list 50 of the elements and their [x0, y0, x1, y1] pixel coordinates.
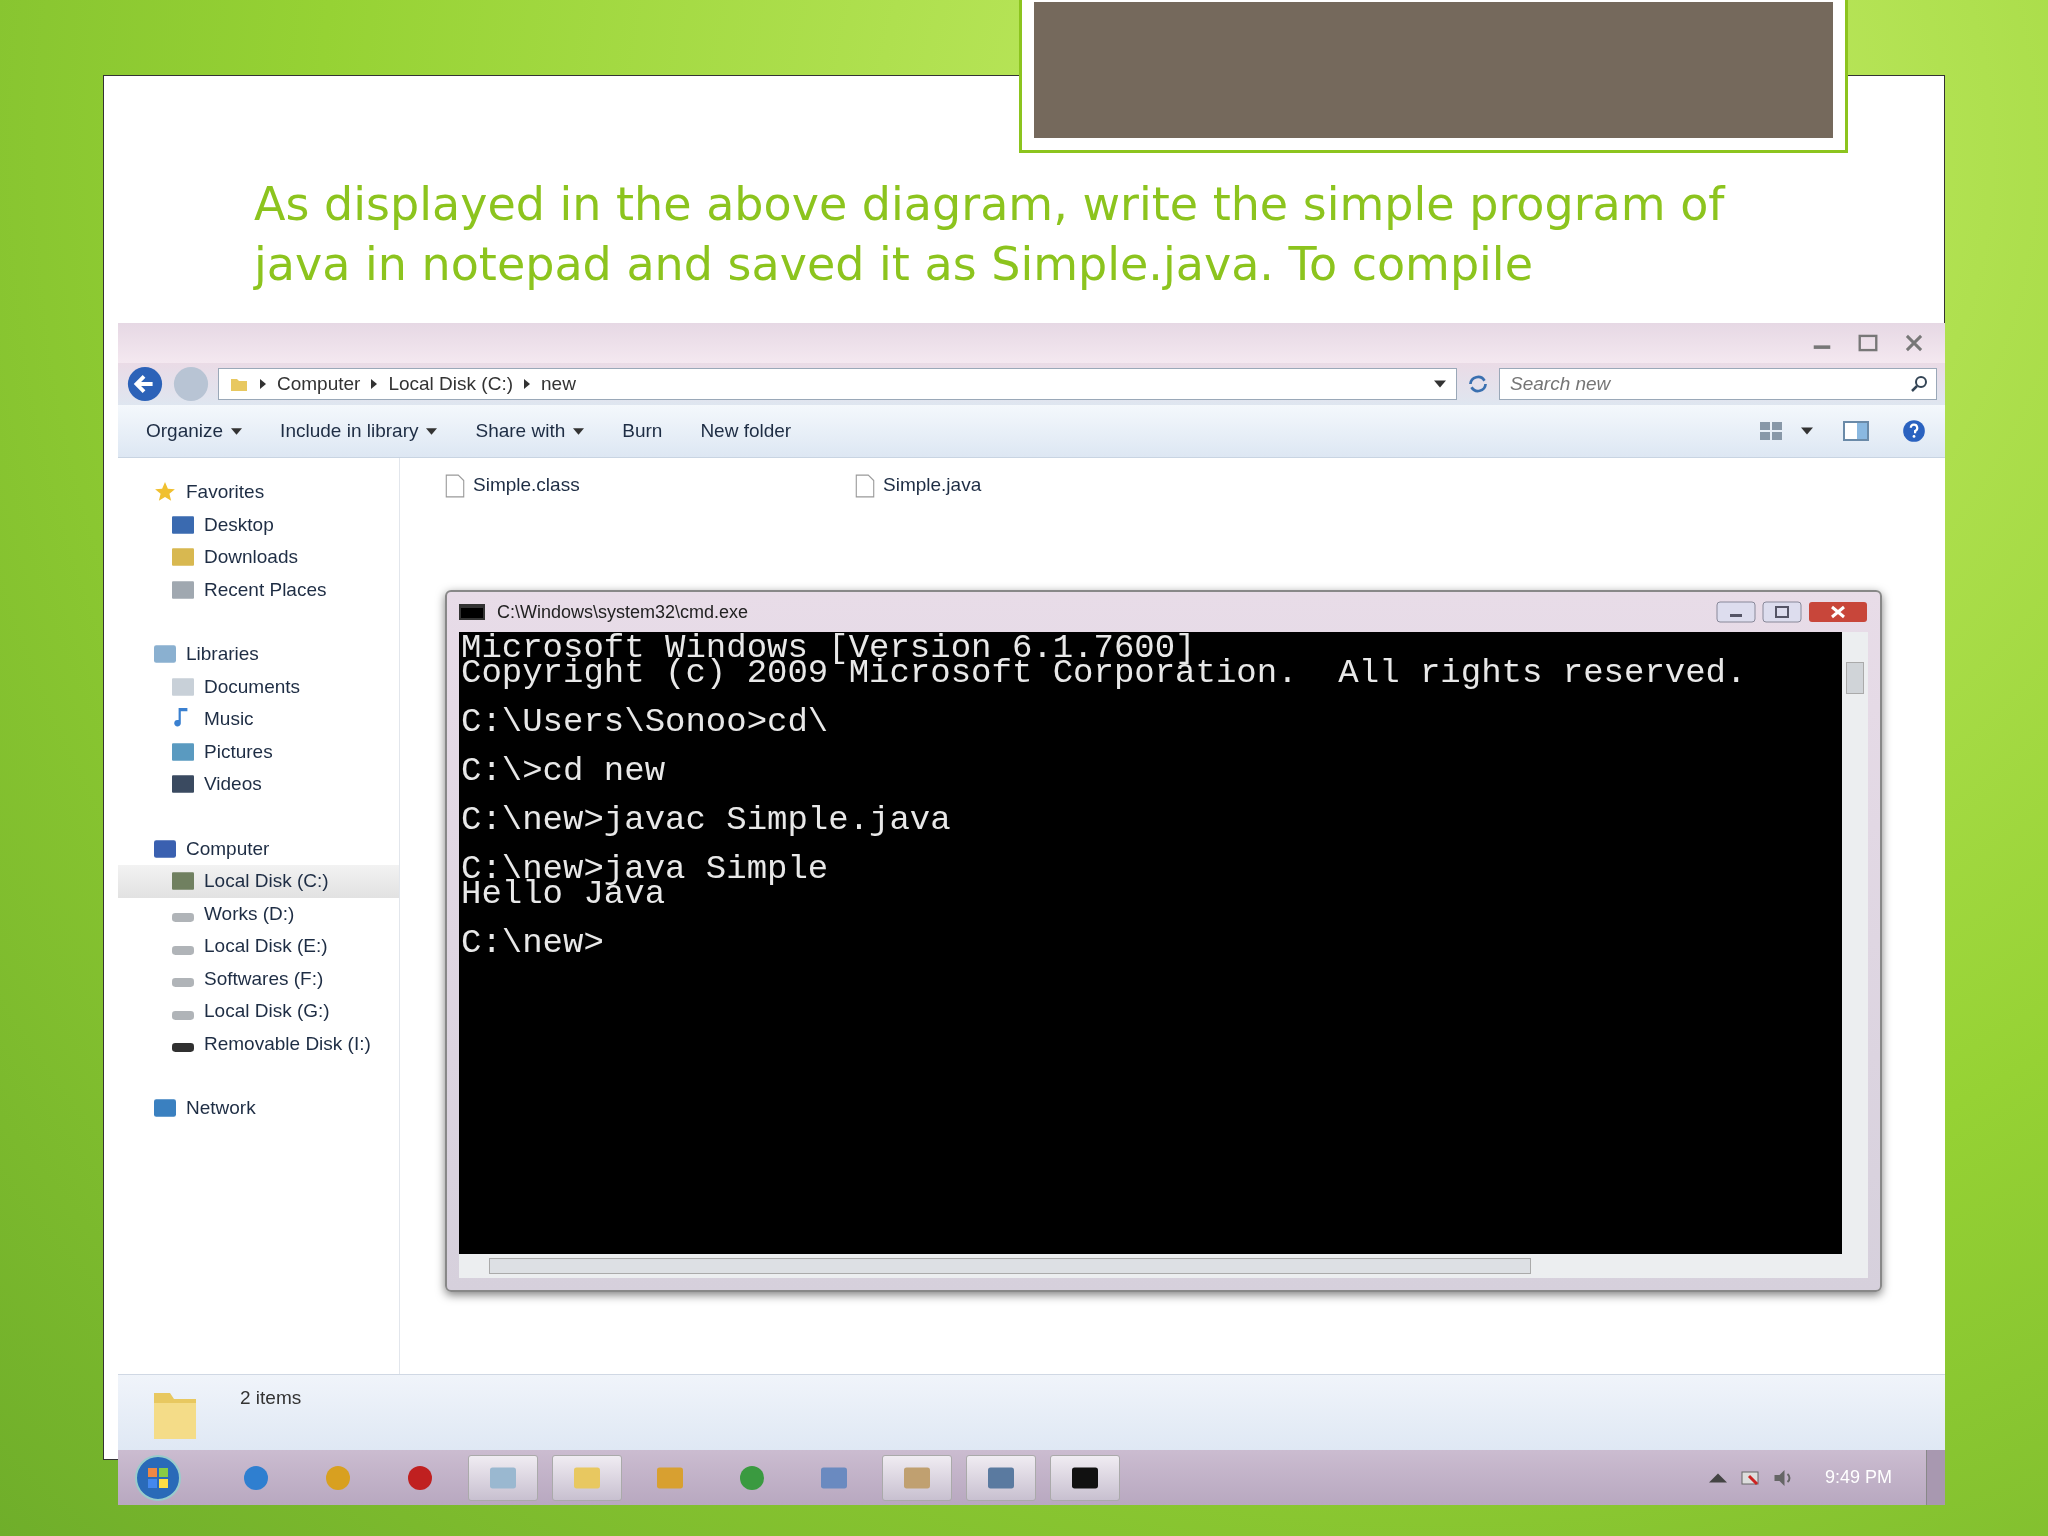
nav-item[interactable]: Desktop: [118, 508, 399, 541]
file-icon: [445, 474, 465, 498]
preview-pane-icon[interactable]: [1841, 418, 1871, 444]
chevron-icon: [523, 379, 531, 389]
nav-item[interactable]: Music: [118, 703, 399, 736]
nav-item[interactable]: Local Disk (G:): [118, 995, 399, 1028]
back-icon[interactable]: [126, 365, 164, 403]
nav-item[interactable]: Works (D:): [118, 897, 399, 930]
nav-item[interactable]: Downloads: [118, 541, 399, 574]
breadcrumb-item[interactable]: new: [541, 373, 576, 395]
vertical-scrollbar[interactable]: [1842, 632, 1868, 1254]
toolbar-button[interactable]: Share with: [463, 414, 597, 448]
speaker-icon[interactable]: [1772, 1469, 1791, 1486]
search-icon: [1909, 374, 1929, 394]
file-icon: [855, 474, 875, 498]
nav-item[interactable]: Pictures: [118, 735, 399, 768]
chevron-icon: [370, 379, 379, 389]
address-bar[interactable]: Computer Local Disk (C:) new: [218, 368, 1457, 400]
nav-item[interactable]: Computer: [118, 832, 399, 865]
nav-item[interactable]: Softwares (F:): [118, 962, 399, 995]
slide-paragraph: As displayed in the above diagram, write the simple program of java in notepad and saved it as Simple.java. To compile: [254, 176, 1727, 293]
breadcrumb-item[interactable]: Computer: [277, 373, 361, 395]
nav-item[interactable]: Documents: [118, 670, 399, 703]
nav-item[interactable]: Removable Disk (I:): [118, 1027, 399, 1060]
file-item[interactable]: Simple.class: [445, 474, 855, 590]
nav-item[interactable]: Favorites: [118, 476, 399, 509]
toolbar-button[interactable]: Include in library: [268, 414, 450, 448]
maximize-icon[interactable]: [1762, 601, 1802, 623]
dropdown-icon[interactable]: [1434, 380, 1446, 388]
nav-item[interactable]: Network: [118, 1092, 399, 1125]
horizontal-scrollbar[interactable]: [459, 1254, 1868, 1278]
nav-item[interactable]: Local Disk (E:): [118, 930, 399, 963]
taskbar-button[interactable]: [1050, 1454, 1120, 1501]
file-item[interactable]: Simple.java: [855, 474, 1265, 590]
nav-item[interactable]: Libraries: [118, 638, 399, 671]
toolbar-button[interactable]: Burn: [610, 414, 675, 448]
dropdown-icon[interactable]: [1801, 427, 1813, 435]
nav-item[interactable]: Videos: [118, 768, 399, 801]
search-field[interactable]: Search new: [1499, 368, 1937, 400]
nav-item[interactable]: Recent Places: [118, 573, 399, 606]
close-icon[interactable]: [1808, 601, 1868, 623]
toolbar-button[interactable]: New folder: [688, 414, 804, 448]
flag-icon[interactable]: [1740, 1469, 1759, 1486]
breadcrumb-item[interactable]: Local Disk (C:): [388, 373, 513, 395]
item-count: 2 items: [240, 1386, 302, 1409]
toolbar-button[interactable]: Organize: [134, 414, 255, 448]
window-title: C:\Windows\system32\cmd.exe: [497, 601, 749, 623]
minimize-icon[interactable]: [1716, 601, 1756, 623]
nav-item[interactable]: Local Disk (C:): [118, 865, 399, 898]
chevron-icon: [259, 379, 267, 389]
